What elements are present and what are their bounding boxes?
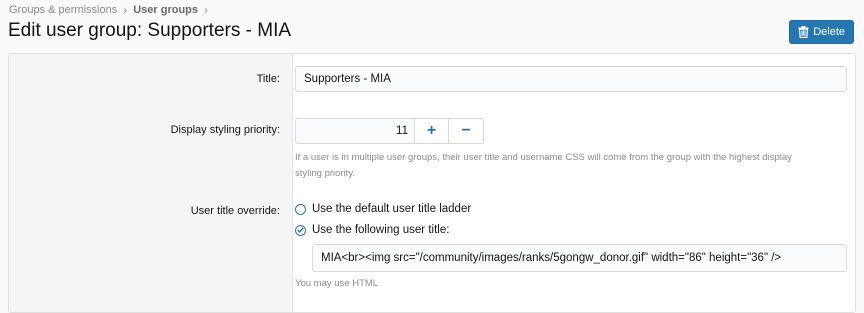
radio-following-title-label: Use the following user title:	[312, 224, 450, 236]
radio-unchecked-icon	[295, 203, 306, 215]
priority-input[interactable]: 11	[295, 118, 414, 144]
chevron-right-icon: ›	[123, 3, 128, 17]
breadcrumb-user-groups[interactable]: User groups	[133, 4, 198, 16]
plus-icon: +	[426, 122, 437, 139]
radio-checked-icon	[295, 224, 306, 236]
delete-button[interactable]: Delete	[789, 20, 854, 44]
trash-icon	[798, 26, 809, 38]
minus-icon: −	[461, 122, 471, 139]
priority-hint: If a user is in multiple user groups, th…	[295, 150, 792, 182]
custom-title-hint: You may use HTML	[295, 278, 379, 289]
priority-stepper: 11 + −	[295, 118, 484, 144]
priority-hint-line-1: If a user is in multiple user groups, th…	[295, 152, 792, 163]
priority-label: Display styling priority:	[170, 124, 280, 136]
radio-default-ladder[interactable]: Use the default user title ladder	[295, 203, 471, 215]
delete-button-label: Delete	[813, 26, 845, 38]
priority-hint-line-2: styling priority.	[295, 168, 356, 179]
breadcrumb-groups-permissions[interactable]: Groups & permissions	[9, 4, 117, 16]
page-title: Edit user group: Supporters - MIA	[8, 20, 292, 41]
chevron-right-icon: ›	[204, 3, 209, 17]
override-label: User title override:	[190, 205, 280, 217]
custom-title-input[interactable]	[312, 244, 847, 272]
increment-button[interactable]: +	[414, 118, 449, 144]
radio-default-ladder-label: Use the default user title ladder	[312, 203, 472, 215]
decrement-button[interactable]: −	[449, 118, 484, 144]
form-label-column	[9, 54, 293, 312]
breadcrumb: Groups & permissions › User groups ›	[9, 3, 208, 17]
radio-following-title[interactable]: Use the following user title:	[295, 224, 449, 236]
title-label: Title:	[256, 73, 280, 85]
title-input[interactable]	[295, 66, 847, 92]
edit-form-panel: Title: Display styling priority: 11 + − …	[8, 53, 856, 313]
